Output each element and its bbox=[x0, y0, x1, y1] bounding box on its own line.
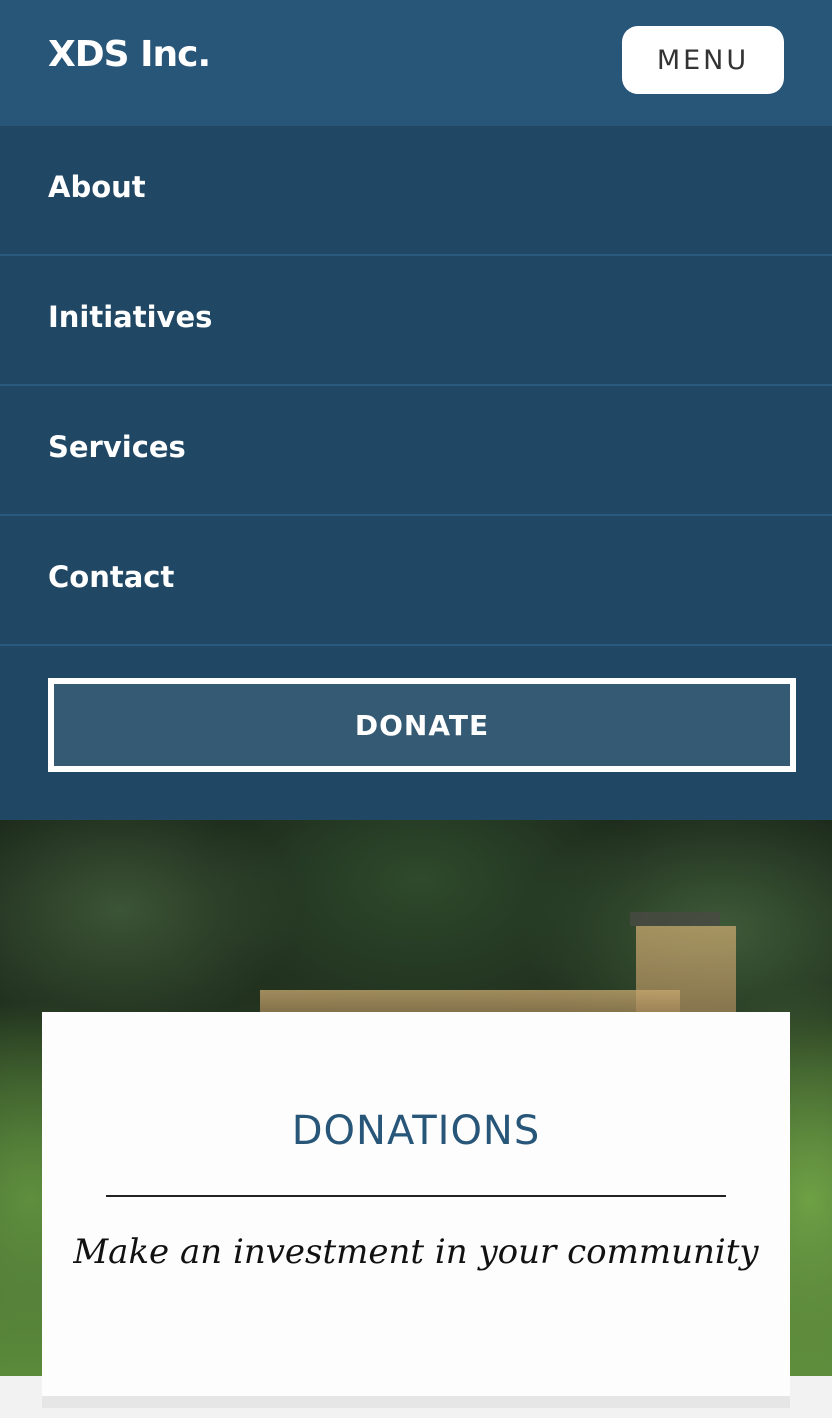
nav-item-label: About bbox=[48, 170, 146, 204]
beehive-roof bbox=[630, 912, 720, 926]
nav-item-contact[interactable]: Contact bbox=[0, 516, 832, 646]
top-bar: XDS Inc. MENU bbox=[0, 0, 832, 126]
hero-card: DONATIONS Make an investment in your com… bbox=[42, 1012, 790, 1396]
nav-item-label: Contact bbox=[48, 560, 175, 594]
card-shadow bbox=[42, 1396, 790, 1408]
menu-button[interactable]: MENU bbox=[622, 26, 784, 94]
nav-item-initiatives[interactable]: Initiatives bbox=[0, 256, 832, 386]
nav-item-label: Initiatives bbox=[48, 300, 213, 334]
beehive-row bbox=[260, 990, 680, 1012]
title-divider bbox=[106, 1195, 726, 1197]
page-title: DONATIONS bbox=[291, 1108, 541, 1154]
brand-logo[interactable]: XDS Inc. bbox=[48, 34, 211, 75]
page-subtitle: Make an investment in your community bbox=[73, 1232, 759, 1272]
nav-item-label: Services bbox=[48, 430, 186, 464]
nav-item-about[interactable]: About bbox=[0, 126, 832, 256]
nav-item-services[interactable]: Services bbox=[0, 386, 832, 516]
donate-button[interactable]: DONATE bbox=[48, 678, 796, 772]
nav-menu: About Initiatives Services Contact DONAT… bbox=[0, 126, 832, 820]
